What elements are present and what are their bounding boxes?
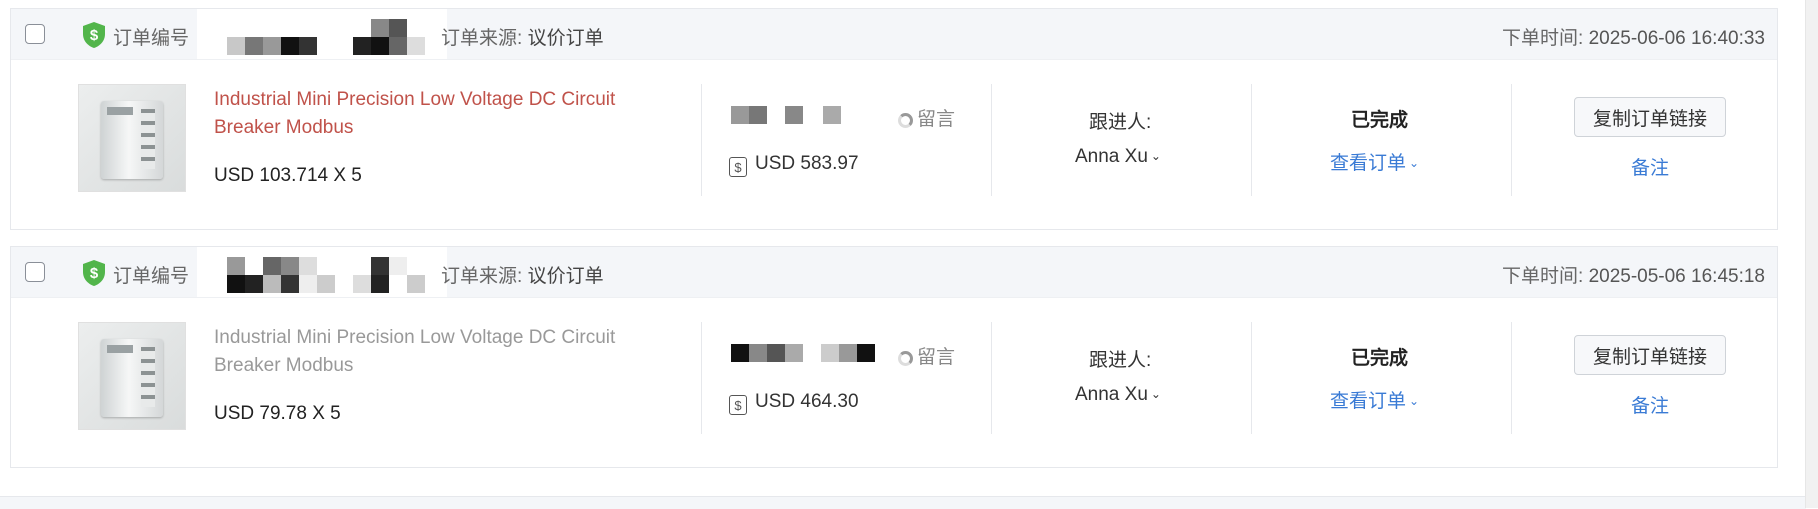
chevron-down-icon: ⌄: [1409, 156, 1420, 170]
order-body: Industrial Mini Precision Low Voltage DC…: [11, 60, 1777, 228]
order-time: 下单时间: 2025-06-06 16:40:33: [1502, 28, 1765, 49]
follower-label: 跟进人:: [1089, 350, 1152, 371]
order-list: $ 订单编号 订单来源: 议价订单 下单时间: 2025-06-06 16:40…: [0, 0, 1818, 509]
order-source: 订单来源: 议价订单: [441, 266, 604, 287]
product-title-link[interactable]: Industrial Mini Precision Low Voltage DC…: [214, 324, 644, 380]
list-bottom-edge: [0, 496, 1806, 509]
unit-price: USD 103.714 X 5: [214, 165, 362, 186]
remark-link[interactable]: 备注: [1631, 153, 1669, 180]
chevron-down-icon: ⌄: [1150, 387, 1161, 401]
order-number-label: 订单编号: [113, 266, 190, 287]
dollar-icon: $: [729, 395, 747, 415]
follower-label: 跟进人:: [1089, 112, 1152, 133]
follower-dropdown[interactable]: Anna Xu ⌄: [1075, 146, 1161, 168]
order-card: $ 订单编号 订单来源: 议价订单 下单时间: 2025-06-06 16:40…: [10, 8, 1778, 230]
order-status: 已完成: [1351, 110, 1409, 131]
product-title-link[interactable]: Industrial Mini Precision Low Voltage DC…: [214, 86, 644, 142]
message-icon: [898, 113, 913, 128]
product-image[interactable]: [78, 84, 186, 192]
order-source: 订单来源: 议价订单: [441, 28, 604, 49]
order-number-redacted: [197, 9, 447, 59]
message-link[interactable]: 留言: [898, 104, 955, 131]
order-header: $ 订单编号 订单来源: 议价订单 下单时间: 2025-05-06 16:45…: [11, 247, 1777, 298]
follower-dropdown[interactable]: Anna Xu ⌄: [1075, 384, 1161, 406]
copy-order-link-button[interactable]: 复制订单链接: [1574, 335, 1726, 375]
order-body: Industrial Mini Precision Low Voltage DC…: [11, 298, 1777, 466]
svg-text:$: $: [90, 265, 99, 282]
product-image[interactable]: [78, 322, 186, 430]
order-header: $ 订单编号 订单来源: 议价订单 下单时间: 2025-06-06 16:40…: [11, 9, 1777, 60]
order-status: 已完成: [1351, 348, 1409, 369]
svg-text:$: $: [90, 27, 99, 44]
view-order-dropdown[interactable]: 查看订单 ⌄: [1330, 386, 1419, 413]
order-total: $ USD 583.97: [729, 153, 859, 177]
shield-dollar-icon: $: [83, 22, 105, 48]
message-link[interactable]: 留言: [898, 342, 955, 369]
view-order-dropdown[interactable]: 查看订单 ⌄: [1330, 148, 1419, 175]
vertical-scrollbar[interactable]: [1805, 0, 1818, 508]
order-card: $ 订单编号 订单来源: 议价订单 下单时间: 2025-05-06 16:45…: [10, 246, 1778, 468]
order-number-label: 订单编号: [113, 28, 190, 49]
order-checkbox[interactable]: [25, 24, 45, 44]
remark-link[interactable]: 备注: [1631, 391, 1669, 418]
buyer-name-redacted: [731, 106, 881, 124]
dollar-icon: $: [729, 157, 747, 177]
message-icon: [898, 351, 913, 366]
buyer-name-redacted: [731, 344, 881, 362]
order-checkbox[interactable]: [25, 262, 45, 282]
order-total: $ USD 464.30: [729, 391, 859, 415]
order-number-redacted: [197, 247, 447, 297]
shield-dollar-icon: $: [83, 260, 105, 286]
order-time: 下单时间: 2025-05-06 16:45:18: [1502, 266, 1765, 287]
chevron-down-icon: ⌄: [1150, 149, 1161, 163]
copy-order-link-button[interactable]: 复制订单链接: [1574, 97, 1726, 137]
chevron-down-icon: ⌄: [1409, 394, 1420, 408]
unit-price: USD 79.78 X 5: [214, 403, 341, 424]
